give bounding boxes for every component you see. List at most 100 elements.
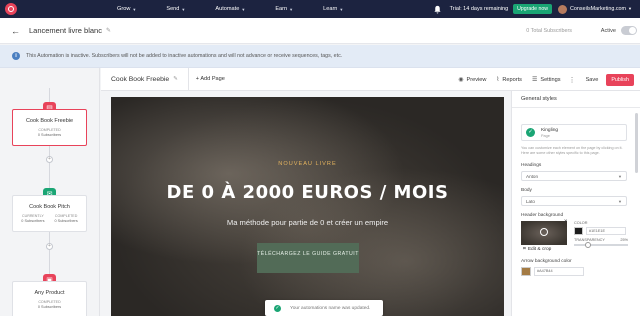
trial-text: Trial: 14 days remaining	[449, 6, 509, 12]
active-label: Active	[600, 27, 616, 34]
transparency-value: 25%	[620, 238, 628, 242]
total-subscribers: 0 Total Subscribers	[526, 27, 572, 34]
color-hex-input[interactable]: #1E1E1E	[586, 227, 626, 235]
headings-label: Headings	[521, 163, 542, 168]
panel-scrollbar[interactable]	[635, 113, 638, 173]
editor-toolbar: Cook Book Freebie ✎ + Add Page ◉ Preview …	[101, 67, 640, 91]
landing-page-hero[interactable]: NOUVEAU LIVRE DE 0 À 2000 EUROS / MOIS M…	[111, 97, 504, 316]
back-arrow-icon[interactable]: ←	[11, 26, 20, 36]
template-card[interactable]: ✓ Kingling Page	[521, 124, 627, 141]
upgrade-button[interactable]: Upgrade now	[513, 4, 552, 14]
hero-subtitle[interactable]: Ma méthode pour partie de 0 et créer un …	[111, 218, 504, 227]
body-font-value: Lato	[526, 199, 535, 204]
edit-crop-label: Edit & crop	[527, 247, 552, 252]
toast-text: Your automations name was updated.	[290, 305, 371, 311]
body-font-select[interactable]: Lato ▼	[521, 196, 627, 206]
header-background-control: × ⌗ Edit & crop COLOR #1E1E1E TRANSPARENC…	[521, 219, 631, 257]
transparency-slider[interactable]	[574, 242, 628, 248]
chevron-down-icon: ▼	[181, 6, 186, 12]
divider	[187, 67, 189, 91]
edit-crop-button[interactable]: ⌗ Edit & crop	[523, 246, 551, 252]
automation-flow: ▤ Cook Book Freebie COMPLETED0 Subscribe…	[0, 68, 100, 316]
check-circle-icon: ✓	[274, 304, 281, 312]
header-background-thumbnail[interactable]	[521, 221, 567, 245]
chevron-down-icon: ▼	[339, 6, 344, 12]
toast-notification: ✓ Your automations name was updated.	[265, 300, 383, 316]
nav-send[interactable]: Send ▼	[166, 6, 185, 12]
chart-icon: ⌇	[496, 77, 500, 83]
convertkit-logo-icon[interactable]	[5, 3, 17, 15]
slider-handle[interactable]	[584, 242, 591, 248]
page-editor: Cook Book Freebie ✎ + Add Page ◉ Preview …	[101, 67, 640, 316]
flow-node-cook-book-pitch[interactable]: Cook Book Pitch CURRENTLY 0 Subscribers C…	[12, 195, 87, 232]
preview-button[interactable]: ◉ Preview	[458, 76, 487, 84]
nav-send-label: Send	[166, 6, 180, 12]
flow-node-title: Cook Book Pitch	[29, 204, 70, 210]
preview-label: Preview	[466, 76, 487, 83]
hero-kicker[interactable]: NOUVEAU LIVRE	[111, 161, 504, 167]
reports-label: Reports	[502, 76, 522, 83]
nav-automate-label: Automate	[215, 6, 240, 12]
body-label: Body	[521, 188, 532, 193]
color-swatch[interactable]	[574, 227, 583, 235]
nav-learn-label: Learn	[323, 6, 338, 12]
arrow-hex-input[interactable]: #A47B44	[534, 267, 584, 276]
save-button[interactable]: Save	[586, 77, 599, 83]
stat-value: 0 Subscribers	[54, 219, 78, 223]
add-page-button[interactable]: + Add Page	[196, 76, 225, 82]
color-label: COLOR	[574, 221, 588, 225]
flow-node-any-product[interactable]: Any Product COMPLETED 0 Subscribers	[12, 281, 87, 316]
chevron-down-icon: ▼	[132, 6, 137, 12]
stat-label: CURRENTLY	[22, 214, 44, 218]
account-menu[interactable]: ConseilsMarketing.com ▼	[570, 6, 632, 12]
pencil-icon[interactable]: ✎	[106, 27, 111, 34]
close-icon[interactable]: ×	[564, 219, 568, 225]
info-icon: i	[12, 52, 20, 60]
publish-button[interactable]: Publish	[606, 73, 634, 86]
stat-value: 0 Subscribers	[37, 133, 62, 137]
stat-label: COMPLETED	[54, 214, 78, 218]
add-step-button[interactable]: +	[46, 156, 53, 163]
flow-node-title: Cook Book Freebie	[25, 118, 74, 124]
active-toggle[interactable]	[621, 26, 637, 35]
page-name[interactable]: Cook Book Freebie	[111, 76, 169, 83]
sliders-icon: ☰	[531, 77, 538, 83]
nav-learn[interactable]: Learn ▼	[323, 6, 343, 12]
chevron-down-icon: ▼	[289, 6, 294, 12]
automation-header: ← Lancement livre blanc ✎ 0 Total Subscr…	[0, 18, 640, 44]
nav-automate[interactable]: Automate ▼	[215, 6, 245, 12]
headings-font-select[interactable]: Anton ▼	[521, 171, 627, 181]
flow-node-cook-book-freebie[interactable]: Cook Book Freebie COMPLETED 0 Subscribers	[12, 109, 87, 146]
image-icon	[540, 228, 548, 236]
stat-value: 0 Subscribers	[37, 305, 62, 309]
reports-button[interactable]: ⌇ Reports	[496, 76, 522, 84]
nav-grow-label: Grow	[117, 6, 131, 12]
hero-title[interactable]: DE 0 À 2000 EUROS / MOIS	[111, 182, 504, 203]
avatar[interactable]	[558, 4, 567, 14]
bell-icon[interactable]	[433, 5, 442, 14]
top-nav: Grow ▼ Send ▼ Automate ▼ Earn ▼ Learn ▼ Trial…	[0, 0, 640, 18]
chevron-down-icon: ▼	[618, 199, 622, 204]
automation-title[interactable]: Lancement livre blanc	[29, 26, 102, 35]
nav-right: Trial: 14 days remaining Upgrade now Con…	[433, 0, 632, 18]
settings-button[interactable]: ☰ Settings	[531, 76, 561, 84]
pencil-icon[interactable]: ✎	[173, 76, 178, 82]
stat-label: COMPLETED	[38, 128, 61, 132]
stat-value: 0 Subscribers	[21, 219, 45, 223]
arrow-background-label: Arrow background color	[521, 259, 572, 264]
nav-earn-label: Earn	[275, 6, 288, 12]
help-text: You can customize each element on the pa…	[521, 146, 623, 155]
more-options-icon[interactable]: ⋮	[569, 76, 576, 84]
nav-grow[interactable]: Grow ▼	[117, 6, 136, 12]
add-step-button[interactable]: +	[46, 243, 53, 250]
nav-earn[interactable]: Earn ▼	[275, 6, 293, 12]
account-name: ConseilsMarketing.com	[570, 6, 627, 12]
template-name: Kingling	[541, 127, 559, 133]
chevron-down-icon: ▼	[628, 6, 632, 11]
flow-node-title: Any Product	[34, 290, 65, 296]
hero-cta-button[interactable]: TÉLÉCHARGEZ LE GUIDE GRATUIT	[257, 243, 359, 273]
arrow-color-swatch[interactable]	[521, 267, 531, 276]
stat-label: COMPLETED	[38, 300, 61, 304]
header-background-label: Header background	[521, 213, 564, 218]
banner-text: This Automation is inactive. Subscribers…	[26, 53, 343, 59]
